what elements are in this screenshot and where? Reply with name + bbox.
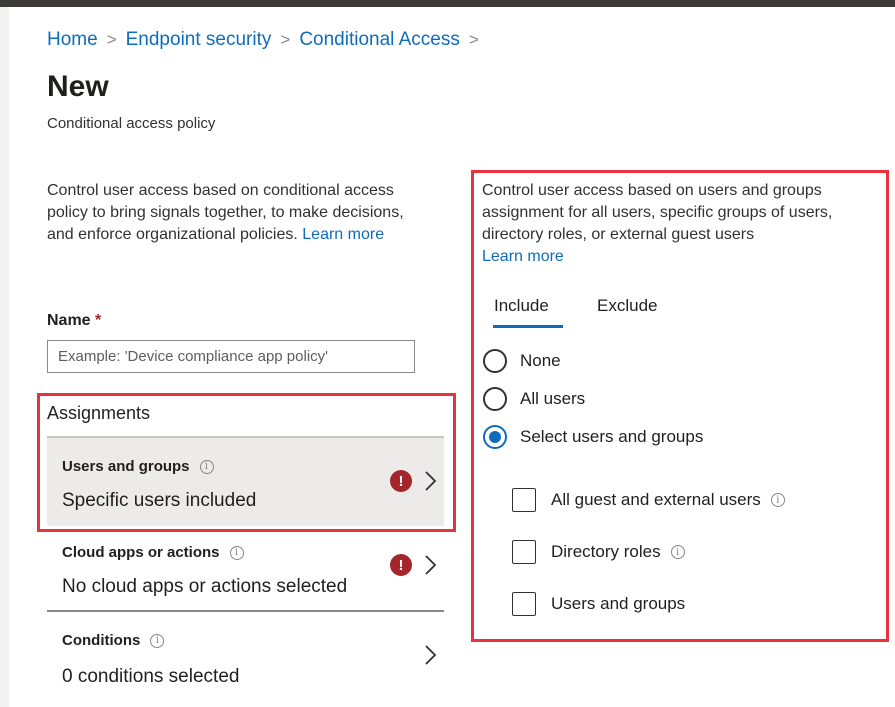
radio-none[interactable]: None bbox=[483, 349, 561, 373]
checkbox-label: Users and groups bbox=[551, 594, 685, 614]
left-edge-panel bbox=[0, 7, 9, 707]
policy-name-input[interactable] bbox=[47, 340, 415, 373]
breadcrumb-separator-icon: > bbox=[280, 30, 291, 49]
radio-label: None bbox=[520, 351, 561, 370]
page-title: New bbox=[47, 70, 109, 103]
breadcrumb: Home > Endpoint security > Conditional A… bbox=[47, 29, 488, 51]
chevron-right-icon bbox=[425, 555, 437, 575]
name-label: Name * bbox=[47, 312, 101, 330]
checkbox-icon[interactable] bbox=[512, 488, 536, 512]
checkbox-label-text: Users and groups bbox=[551, 594, 686, 613]
checkbox-directory-roles[interactable]: Directory roles i bbox=[512, 540, 685, 564]
error-icon: ! bbox=[390, 554, 412, 576]
radio-unchecked-icon[interactable] bbox=[483, 349, 507, 373]
info-icon[interactable]: i bbox=[150, 633, 165, 648]
error-icon: ! bbox=[390, 470, 412, 492]
checkbox-label: All guest and external users i bbox=[551, 490, 785, 510]
active-tab-indicator bbox=[493, 325, 563, 328]
info-icon[interactable]: i bbox=[770, 493, 785, 507]
assignment-conditions[interactable]: Conditions i 0 conditions selected bbox=[47, 612, 444, 707]
checkbox-users-and-groups[interactable]: Users and groups bbox=[512, 592, 685, 616]
checkbox-label-text: Directory roles bbox=[551, 542, 661, 561]
users-groups-description-text: Control user access based on users and g… bbox=[482, 182, 833, 243]
chevron-right-icon bbox=[425, 471, 437, 491]
page-subtitle: Conditional access policy bbox=[47, 115, 216, 132]
radio-select-users-and-groups[interactable]: Select users and groups bbox=[483, 425, 703, 449]
radio-checked-icon[interactable] bbox=[483, 425, 507, 449]
assignment-title-text: Users and groups bbox=[62, 458, 190, 475]
breadcrumb-endpoint-security[interactable]: Endpoint security bbox=[126, 29, 272, 51]
top-bar bbox=[0, 0, 895, 7]
radio-label: All users bbox=[520, 389, 586, 408]
assignment-title: Users and groups i bbox=[62, 458, 214, 475]
chevron-right-icon bbox=[425, 645, 437, 665]
checkbox-icon[interactable] bbox=[512, 540, 536, 564]
info-icon[interactable]: i bbox=[670, 545, 685, 559]
radio-unchecked-icon[interactable] bbox=[483, 387, 507, 411]
checkbox-label-text: All guest and external users bbox=[551, 490, 761, 509]
assignment-subtitle: 0 conditions selected bbox=[62, 666, 240, 687]
checkbox-all-guest-external-users[interactable]: All guest and external users i bbox=[512, 488, 785, 512]
assignment-title-text: Conditions bbox=[62, 632, 141, 649]
name-label-text: Name bbox=[47, 312, 91, 329]
tab-exclude[interactable]: Exclude bbox=[597, 296, 657, 316]
radio-label: Select users and groups bbox=[520, 427, 704, 446]
learn-more-link[interactable]: Learn more bbox=[302, 226, 384, 243]
breadcrumb-separator-icon: > bbox=[468, 30, 479, 49]
assignment-title: Conditions i bbox=[62, 632, 165, 649]
radio-all-users[interactable]: All users bbox=[483, 387, 585, 411]
info-icon[interactable]: i bbox=[229, 545, 244, 560]
assignment-users-and-groups[interactable]: Users and groups i Specific users includ… bbox=[47, 438, 444, 526]
breadcrumb-conditional-access[interactable]: Conditional Access bbox=[299, 29, 460, 51]
assignment-title: Cloud apps or actions i bbox=[62, 544, 244, 561]
required-asterisk: * bbox=[95, 312, 102, 329]
assignment-title-text: Cloud apps or actions bbox=[62, 544, 220, 561]
tab-include[interactable]: Include bbox=[494, 296, 549, 316]
checkbox-label: Directory roles i bbox=[551, 542, 685, 562]
learn-more-link[interactable]: Learn more bbox=[482, 248, 564, 265]
breadcrumb-separator-icon: > bbox=[106, 30, 117, 49]
assignment-subtitle: Specific users included bbox=[62, 490, 257, 511]
radio-dot bbox=[489, 431, 501, 443]
users-groups-description: Control user access based on users and g… bbox=[482, 180, 886, 268]
assignment-cloud-apps[interactable]: Cloud apps or actions i No cloud apps or… bbox=[47, 526, 444, 612]
breadcrumb-home[interactable]: Home bbox=[47, 29, 98, 51]
assignment-subtitle: No cloud apps or actions selected bbox=[62, 576, 348, 597]
policy-description: Control user access based on conditional… bbox=[47, 180, 407, 246]
checkbox-icon[interactable] bbox=[512, 592, 536, 616]
info-icon[interactable]: i bbox=[199, 459, 214, 474]
assignments-heading: Assignments bbox=[47, 403, 151, 423]
